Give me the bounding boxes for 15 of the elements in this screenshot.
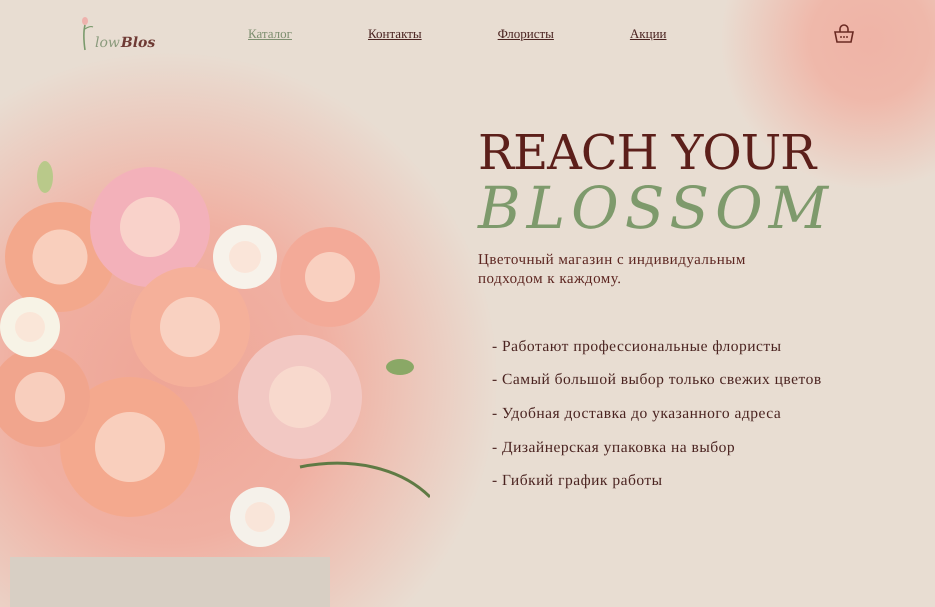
feature-item: - Самый большой выбор только свежих цветов xyxy=(492,370,823,390)
feature-item: - Работают профессиональные флористы xyxy=(492,336,783,357)
logo-text: low xyxy=(95,34,120,50)
hero-title: REACH YOUR xyxy=(478,127,818,180)
script-title: BLOSSOM xyxy=(478,178,836,239)
tulip-icon xyxy=(80,16,94,50)
logo-text: Blos xyxy=(120,34,156,50)
feature-item: - Гибкий график работы xyxy=(492,471,664,492)
feature-item: - Удобная доставка до указанного адреса xyxy=(492,404,782,424)
feature-item: - Дизайнерская упаковка на выбор xyxy=(492,438,736,458)
nav-link[interactable]: Акции xyxy=(630,26,666,42)
basket-icon[interactable] xyxy=(833,24,855,44)
hero-subtitle: Цветочный магазин с индивидуальным подходом к каждому. xyxy=(478,250,747,290)
nav-link[interactable]: Контакты xyxy=(368,26,422,42)
nav-link[interactable]: Флористы xyxy=(498,26,554,42)
